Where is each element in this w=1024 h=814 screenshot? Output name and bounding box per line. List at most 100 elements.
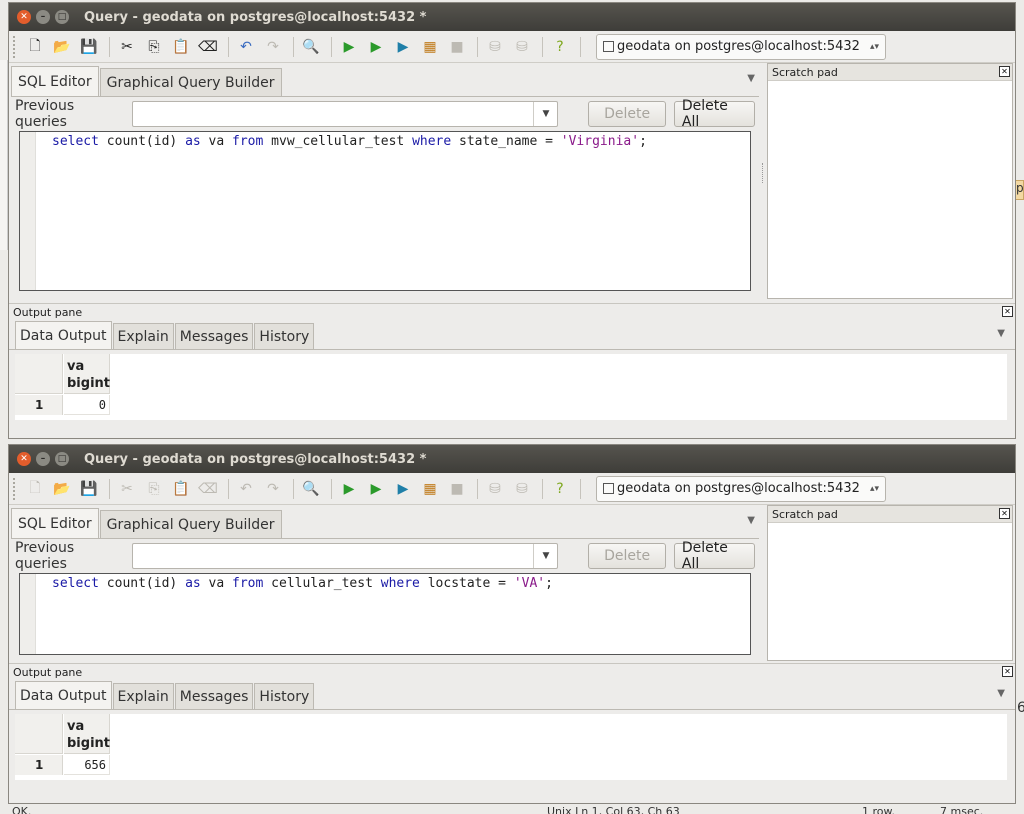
sql-code[interactable]: select count(id) as va from cellular_tes… [36,574,553,654]
spinner-arrows-icon: ▴▾ [869,41,879,52]
tab-sql-editor[interactable]: SQL Editor [11,66,99,96]
cancel-query-icon[interactable]: ■ [445,477,469,501]
chevron-down-icon[interactable]: ▼ [533,544,557,568]
undo-icon[interactable]: ↶ [234,35,258,59]
chevron-down-icon[interactable]: ▼ [533,102,557,126]
minimize-window-button[interactable]: – [36,10,50,24]
explain-analyze-icon[interactable]: ⛁ [483,477,507,501]
tab-graphical-query-builder[interactable]: Graphical Query Builder [99,68,282,96]
column-header-va[interactable]: va bigint [64,354,110,394]
close-icon[interactable]: ✕ [1002,666,1013,677]
line-gutter [20,574,36,654]
copy-icon[interactable]: ⎘ [142,477,166,501]
scratch-pad-textarea[interactable] [768,522,1012,660]
tab-data-output[interactable]: Data Output [15,681,112,709]
find-icon[interactable]: 🔍 [299,477,323,501]
toolbar: 🗋 📂 💾 ✂ ⎘ 📋 ⌫ ↶ ↷ 🔍 ▶ ▶ ▶ ▦ ■ ⛁ ⛁ ? geod… [9,31,1015,63]
chevron-down-icon[interactable]: ▼ [997,328,1005,339]
tab-graphical-query-builder[interactable]: Graphical Query Builder [99,510,282,538]
chevron-down-icon[interactable]: ▼ [747,73,755,84]
toolbar: 🗋 📂 💾 ✂ ⎘ 📋 ⌫ ↶ ↷ 🔍 ▶ ▶ ▶ ▦ ■ ⛁ ⛁ ? geod… [9,473,1015,505]
new-file-icon[interactable]: 🗋 [23,477,47,501]
execute-pgscript-icon[interactable]: ▶ [364,35,388,59]
grid-corner[interactable] [15,714,63,754]
tab-messages[interactable]: Messages [174,683,254,709]
previous-queries-select[interactable]: ▼ [131,101,559,127]
explain-options-icon[interactable]: ⛁ [510,477,534,501]
copy-icon[interactable]: ⎘ [142,35,166,59]
close-icon[interactable]: ✕ [999,508,1010,519]
execute-icon[interactable]: ▶ [337,35,361,59]
tab-history[interactable]: History [254,683,315,709]
explain-analyze-icon[interactable]: ⛁ [483,35,507,59]
new-file-icon[interactable]: 🗋 [23,35,47,59]
close-window-button[interactable]: ✕ [17,452,31,466]
tab-messages[interactable]: Messages [174,323,254,349]
execute-to-file-icon[interactable]: ▶ [391,477,415,501]
output-tabs: Data Output Explain Messages History ▼ [9,680,1015,710]
delete-all-button[interactable]: Delete All [673,98,755,130]
clear-icon[interactable]: ⌫ [196,35,220,59]
paste-icon[interactable]: 📋 [169,35,193,59]
redo-icon[interactable]: ↷ [261,35,285,59]
toolbar-handle[interactable] [13,477,17,500]
tab-data-output[interactable]: Data Output [15,321,112,349]
tab-sql-editor[interactable]: SQL Editor [11,508,99,538]
spinner-arrows-icon: ▴▾ [869,483,879,494]
paste-icon[interactable]: 📋 [169,477,193,501]
close-icon[interactable]: ✕ [1002,306,1013,317]
cancel-query-icon[interactable]: ■ [445,35,469,59]
chevron-down-icon[interactable]: ▼ [747,515,755,526]
row-header[interactable]: 1 [15,755,63,775]
explain-options-icon[interactable]: ⛁ [510,35,534,59]
previous-queries-row: Previous queries ▼ Delete Delete All [11,97,759,131]
delete-button[interactable]: Delete [588,101,666,127]
grid-corner[interactable] [15,354,63,394]
clear-icon[interactable]: ⌫ [196,477,220,501]
minimize-window-button[interactable]: – [36,452,50,466]
save-icon[interactable]: 💾 [77,477,101,501]
sql-textarea[interactable]: select count(id) as va from cellular_tes… [19,573,751,655]
editor-tabs: SQL Editor Graphical Query Builder ▼ [11,65,759,97]
maximize-window-button[interactable]: □ [55,10,69,24]
cut-icon[interactable]: ✂ [115,35,139,59]
close-window-button[interactable]: ✕ [17,10,31,24]
result-cell[interactable]: 656 [64,755,110,775]
explain-icon[interactable]: ▦ [418,477,442,501]
column-header-va[interactable]: va bigint [64,714,110,754]
query-window-2: ✕ – □ Query - geodata on postgres@localh… [8,444,1016,804]
open-folder-icon[interactable]: 📂 [50,35,74,59]
sql-code[interactable]: select count(id) as va from mvw_cellular… [36,132,647,290]
execute-icon[interactable]: ▶ [337,477,361,501]
help-icon[interactable]: ? [548,477,572,501]
open-folder-icon[interactable]: 📂 [50,477,74,501]
connection-select[interactable]: geodata on postgres@localhost:5432 ▴▾ [596,475,886,502]
save-icon[interactable]: 💾 [77,35,101,59]
row-header[interactable]: 1 [15,395,63,415]
previous-queries-select[interactable]: ▼ [131,543,559,569]
close-icon[interactable]: ✕ [999,66,1010,77]
tab-history[interactable]: History [254,323,315,349]
explain-icon[interactable]: ▦ [418,35,442,59]
find-icon[interactable]: 🔍 [299,35,323,59]
tab-explain[interactable]: Explain [112,323,174,349]
delete-all-button[interactable]: Delete All [673,540,755,572]
help-icon[interactable]: ? [548,35,572,59]
maximize-window-button[interactable]: □ [55,452,69,466]
sql-textarea[interactable]: select count(id) as va from mvw_cellular… [19,131,751,291]
connection-checkbox-icon [603,41,614,52]
connection-value: geodata on postgres@localhost:5432 [617,39,860,54]
undo-icon[interactable]: ↶ [234,477,258,501]
execute-to-file-icon[interactable]: ▶ [391,35,415,59]
delete-button[interactable]: Delete [588,543,666,569]
vertical-splitter[interactable] [762,163,765,183]
toolbar-handle[interactable] [13,35,17,58]
redo-icon[interactable]: ↷ [261,477,285,501]
cut-icon[interactable]: ✂ [115,477,139,501]
scratch-pad-textarea[interactable] [768,80,1012,298]
execute-pgscript-icon[interactable]: ▶ [364,477,388,501]
chevron-down-icon[interactable]: ▼ [997,688,1005,699]
result-cell[interactable]: 0 [64,395,110,415]
connection-select[interactable]: geodata on postgres@localhost:5432 ▴▾ [596,33,886,60]
tab-explain[interactable]: Explain [112,683,174,709]
